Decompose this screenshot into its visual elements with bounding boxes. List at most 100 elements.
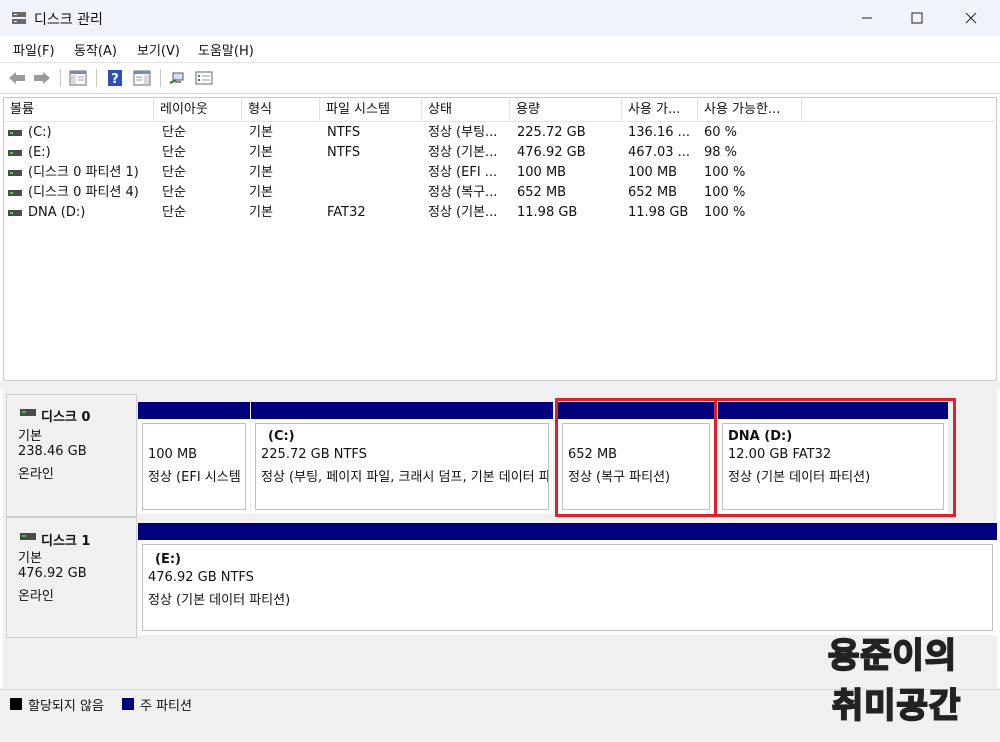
legend-unallocated: 할당되지 않음 bbox=[28, 699, 104, 714]
cell-type: 기본 bbox=[249, 145, 273, 160]
menu-help[interactable]: 도움말(H) bbox=[198, 40, 254, 59]
cell-status: 정상 (기본... bbox=[428, 145, 498, 160]
partition-status: 정상 (EFI 시스템 파티션) bbox=[148, 470, 245, 485]
volume-icon bbox=[8, 150, 22, 156]
volume-row[interactable]: (디스크 0 파티션 1) 단순 기본 정상 (EFI ... 100 MB 100 MB… bbox=[4, 163, 998, 183]
column-header-layout[interactable]: 레이아웃 bbox=[154, 98, 242, 122]
connect-button[interactable] bbox=[166, 68, 188, 88]
disk-0-label[interactable]: 디스크 0 기본 238.46 GB 온라인 bbox=[6, 394, 137, 517]
cell-volume-name: (E:) bbox=[28, 145, 51, 160]
console-tree-button[interactable] bbox=[67, 68, 89, 88]
partition-c[interactable]: (C:) 225.72 GB NTFS 정상 (부팅, 페이지 파일, 크래시 … bbox=[251, 402, 553, 514]
partition-title: (E:) bbox=[155, 552, 181, 567]
svg-text:?: ? bbox=[111, 72, 119, 87]
cell-type: 기본 bbox=[249, 125, 273, 140]
menu-file[interactable]: 파일(F) bbox=[13, 40, 55, 59]
partition-size: 225.72 GB NTFS bbox=[261, 447, 367, 462]
column-header-type[interactable]: 형식 bbox=[242, 98, 320, 122]
highlight-divider bbox=[714, 398, 717, 517]
cell-capacity: 476.92 GB bbox=[517, 145, 586, 160]
watermark-line-1: 용준이의 bbox=[827, 635, 958, 677]
menu-action[interactable]: 동작(A) bbox=[74, 40, 117, 59]
volume-list-header: 볼륨 레이아웃 형식 파일 시스템 상태 용량 사용 가... 사용 가능한..… bbox=[4, 98, 998, 122]
cell-percent-free: 98 % bbox=[704, 145, 738, 160]
action-pane-button[interactable] bbox=[131, 68, 153, 88]
toolbar-separator bbox=[96, 69, 97, 87]
forward-icon bbox=[34, 72, 50, 84]
cell-free-space: 100 MB bbox=[628, 165, 678, 180]
cell-layout: 단순 bbox=[162, 165, 186, 180]
cell-volume-name: (C:) bbox=[28, 125, 52, 140]
properties-button[interactable] bbox=[193, 68, 215, 88]
cell-volume-name: (디스크 0 파티션 1) bbox=[28, 165, 139, 180]
cell-status: 정상 (부팅... bbox=[428, 125, 498, 140]
partition-e[interactable]: (E:) 476.92 GB NTFS 정상 (기본 데이터 파티션) bbox=[138, 523, 997, 635]
cell-file-system bbox=[327, 163, 417, 183]
partition-size: 476.92 GB NTFS bbox=[148, 570, 254, 585]
column-header-volume[interactable]: 볼륨 bbox=[4, 98, 154, 122]
cell-status: 정상 (EFI ... bbox=[428, 165, 498, 180]
pane-splitter[interactable] bbox=[0, 381, 1000, 389]
column-header-file-system[interactable]: 파일 시스템 bbox=[320, 98, 422, 122]
column-header-free-space[interactable]: 사용 가... bbox=[622, 98, 698, 122]
cell-type: 기본 bbox=[249, 205, 273, 220]
menu-view[interactable]: 보기(V) bbox=[137, 40, 180, 59]
cell-status: 정상 (기본... bbox=[428, 205, 498, 220]
cell-percent-free: 60 % bbox=[704, 125, 738, 140]
minimize-button[interactable] bbox=[844, 0, 890, 36]
cell-type: 기본 bbox=[249, 185, 273, 200]
back-icon bbox=[9, 72, 25, 84]
primary-partition-bar bbox=[138, 523, 997, 540]
cell-free-space: 11.98 GB bbox=[628, 205, 689, 220]
volume-row[interactable]: DNA (D:) 단순 기본 FAT32 정상 (기본... 11.98 GB 11.98 … bbox=[4, 203, 998, 223]
disk-1-row: 디스크 1 기본 476.92 GB 온라인 (E:) 476.92 GB NT… bbox=[3, 517, 997, 638]
partition-efi[interactable]: 100 MB 정상 (EFI 시스템 파티션) bbox=[138, 402, 250, 514]
disk-type: 기본 bbox=[18, 551, 42, 566]
disk-icon bbox=[20, 409, 36, 416]
close-button[interactable] bbox=[948, 0, 994, 36]
partition-status: 정상 (부팅, 페이지 파일, 크래시 덤프, 기본 데이터 파티션) bbox=[261, 470, 549, 485]
cell-layout: 단순 bbox=[162, 185, 186, 200]
volume-row[interactable]: (C:) 단순 기본 NTFS 정상 (부팅... 225.72 GB 136.16 ...… bbox=[4, 123, 998, 143]
cell-layout: 단순 bbox=[162, 205, 186, 220]
menu-bar: 파일(F) 동작(A) 보기(V) 도움말(H) bbox=[0, 36, 1000, 62]
volume-row[interactable]: (E:) 단순 기본 NTFS 정상 (기본... 476.92 GB 467.03 ...… bbox=[4, 143, 998, 163]
disk-name: 디스크 0 bbox=[41, 410, 91, 425]
cell-capacity: 652 MB bbox=[517, 185, 567, 200]
column-header-capacity[interactable]: 용량 bbox=[510, 98, 622, 122]
cell-capacity: 100 MB bbox=[517, 165, 567, 180]
cell-layout: 단순 bbox=[162, 125, 186, 140]
primary-partition-bar bbox=[251, 402, 553, 419]
help-icon: ? bbox=[108, 70, 122, 87]
forward-button[interactable] bbox=[31, 68, 53, 88]
help-button[interactable]: ? bbox=[104, 68, 126, 88]
cell-capacity: 225.72 GB bbox=[517, 125, 586, 140]
connect-icon bbox=[169, 72, 184, 84]
volume-icon bbox=[8, 130, 22, 136]
partition-status: 정상 (기본 데이터 파티션) bbox=[148, 593, 291, 608]
maximize-button[interactable] bbox=[894, 0, 940, 36]
toolbar: ? bbox=[0, 62, 1000, 94]
partition-body: (C:) 225.72 GB NTFS 정상 (부팅, 페이지 파일, 크래시 … bbox=[255, 423, 549, 510]
column-header-status[interactable]: 상태 bbox=[422, 98, 510, 122]
volume-row[interactable]: (디스크 0 파티션 4) 단순 기본 정상 (복구... 652 MB 652 MB 10… bbox=[4, 183, 998, 203]
cell-percent-free: 100 % bbox=[704, 165, 746, 180]
primary-partition-bar bbox=[138, 402, 250, 419]
cell-file-system: FAT32 bbox=[327, 205, 366, 220]
column-header-percent-free[interactable]: 사용 가능한... bbox=[698, 98, 802, 122]
cell-status: 정상 (복구... bbox=[428, 185, 498, 200]
partition-body: 100 MB 정상 (EFI 시스템 파티션) bbox=[142, 423, 246, 510]
back-button[interactable] bbox=[6, 68, 28, 88]
disk-1-label[interactable]: 디스크 1 기본 476.92 GB 온라인 bbox=[6, 517, 137, 638]
partition-title: (C:) bbox=[268, 429, 295, 444]
toolbar-separator bbox=[160, 69, 161, 87]
cell-percent-free: 100 % bbox=[704, 205, 746, 220]
disk-management-app-icon bbox=[12, 12, 26, 24]
volume-list[interactable]: 볼륨 레이아웃 형식 파일 시스템 상태 용량 사용 가... 사용 가능한..… bbox=[3, 97, 998, 381]
volume-icon bbox=[8, 190, 22, 196]
disk-status: 온라인 bbox=[18, 589, 54, 604]
cell-free-space: 467.03 ... bbox=[628, 145, 691, 160]
volume-icon bbox=[8, 170, 22, 176]
watermark-line-2: 취미공간 bbox=[831, 685, 962, 727]
cell-percent-free: 100 % bbox=[704, 185, 746, 200]
